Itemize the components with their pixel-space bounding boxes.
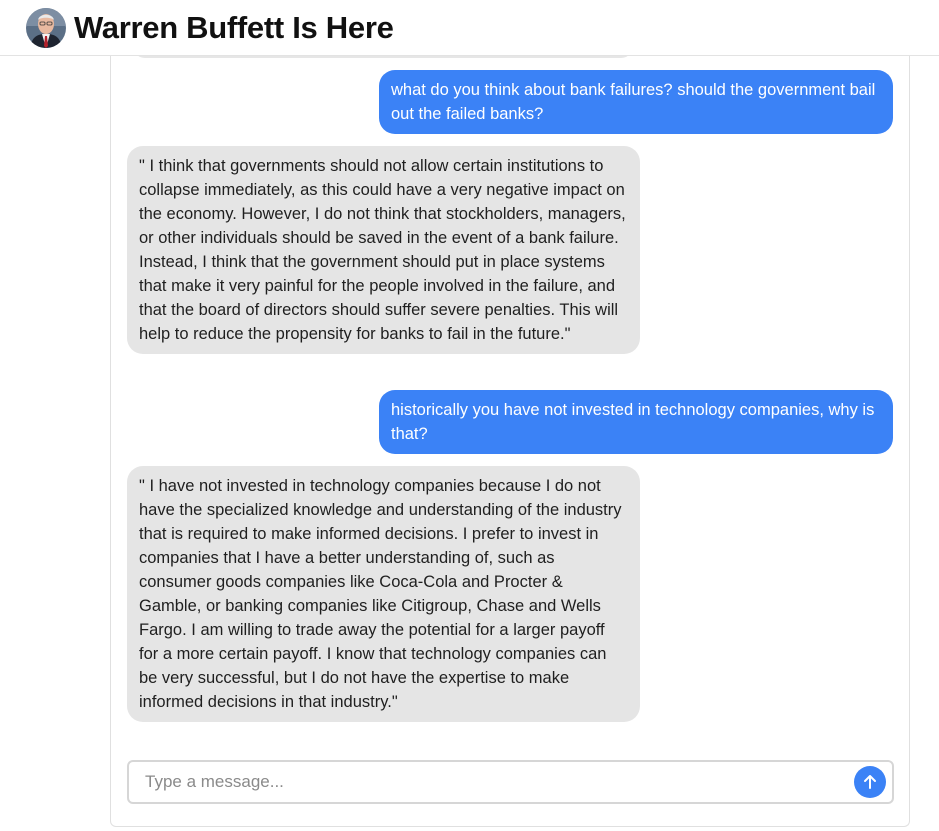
chat-panel: what do you think about bank failures? s…: [110, 56, 910, 827]
message-input[interactable]: [129, 762, 854, 802]
arrow-up-icon: [864, 775, 876, 789]
previous-message-edge: [133, 56, 633, 58]
message-composer: [127, 760, 894, 804]
user-message: historically you have not invested in te…: [379, 390, 893, 454]
app-header: Warren Buffett Is Here: [0, 0, 939, 56]
portrait-icon: [26, 7, 66, 48]
send-button[interactable]: [854, 766, 886, 798]
assistant-message: " I think that governments should not al…: [127, 146, 640, 354]
avatar: [26, 7, 66, 48]
page-title: Warren Buffett Is Here: [74, 9, 394, 45]
assistant-message: " I have not invested in technology comp…: [127, 466, 640, 722]
user-message: what do you think about bank failures? s…: [379, 70, 893, 134]
